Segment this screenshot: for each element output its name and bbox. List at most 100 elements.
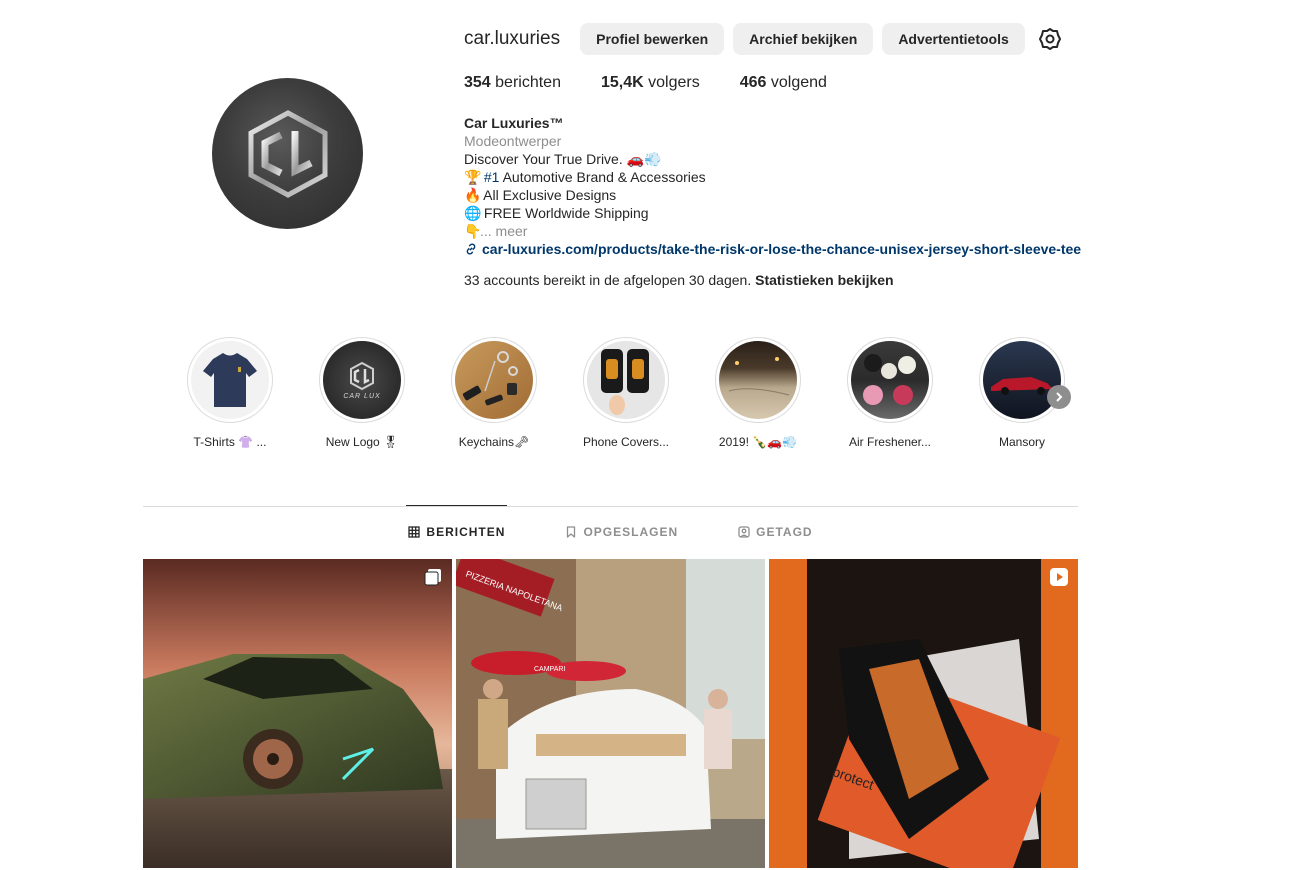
highlight-cover <box>719 341 797 419</box>
post-tile[interactable]: protect <box>769 559 1078 868</box>
post-image: protect <box>769 559 1078 868</box>
pointing-down-icon: 👇 <box>464 223 482 239</box>
highlight-label: Phone Covers... <box>582 435 670 449</box>
highlight-label: T-Shirts 👚 ... <box>193 435 267 449</box>
trophy-icon: 🏆 <box>464 169 482 185</box>
highlight-cover: CAR LUX <box>323 341 401 419</box>
following-stat[interactable]: 466 volgend <box>740 74 827 92</box>
highlights-next-button[interactable] <box>1047 385 1071 409</box>
street-night-image <box>728 357 790 396</box>
tab-posts[interactable]: BERICHTEN <box>406 505 508 558</box>
following-count: 466 <box>739 74 767 91</box>
bio-line-4: 🌐 FREE Worldwide Shipping <box>464 204 1084 222</box>
post-image <box>143 559 452 868</box>
highlight-ring[interactable] <box>715 337 801 423</box>
profile-info: car.luxuries Profiel bewerken Archief be… <box>464 22 1084 288</box>
highlight-label: Air Freshener... <box>848 435 932 449</box>
profile-bio: Car Luxuries™ Modeontwerper Discover You… <box>464 114 1084 258</box>
keychains-image <box>462 351 518 406</box>
tab-saved[interactable]: OPGESLAGEN <box>565 506 678 558</box>
posts-label: berichten <box>495 74 561 91</box>
bio-link-text[interactable]: car-luxuries.com/products/take-the-risk-… <box>482 240 1081 258</box>
ad-tools-button[interactable]: Advertentietools <box>882 23 1025 55</box>
highlight-cover <box>983 341 1061 419</box>
highlight-label: 2019! 🍾🚗💨 <box>718 435 798 449</box>
followers-label: volgers <box>648 74 700 91</box>
tab-label: BERICHTEN <box>426 525 506 539</box>
bio-line-2: 🏆 #1 Automotive Brand & Accessories <box>464 168 1084 186</box>
tab-label: GETAGD <box>756 525 813 539</box>
highlight-label: New Logo 🎖 <box>325 435 399 449</box>
highlight-t-shirts[interactable]: T-Shirts 👚 ... <box>180 337 280 449</box>
reel-icon <box>1050 568 1068 591</box>
car-lux-text: CAR LUX <box>343 393 381 400</box>
bio-link[interactable]: car-luxuries.com/products/take-the-risk-… <box>464 240 1084 258</box>
followers-count: 15,4K <box>600 74 644 91</box>
campari-umbrella-text: CAMPARI <box>534 666 565 673</box>
post-tile[interactable]: PIZZERIA NAPOLETANA CAMPARI <box>456 559 765 868</box>
highlight-cover <box>851 341 929 419</box>
bio-line-3-text: All Exclusive Designs <box>483 187 617 203</box>
tagged-icon <box>738 526 750 538</box>
posts-count: 354 <box>464 74 491 91</box>
tab-tagged[interactable]: GETAGD <box>738 506 812 558</box>
globe-icon: 🌐 <box>464 205 482 221</box>
avatar[interactable] <box>212 78 363 229</box>
profile-tabs: BERICHTEN OPGESLAGEN GETAGD <box>143 505 1078 558</box>
highlight-ring[interactable] <box>187 337 273 423</box>
view-insights-link[interactable]: Statistieken bekijken <box>755 272 894 288</box>
profile-name: Car Luxuries™ <box>464 115 564 131</box>
grid-icon <box>408 526 421 538</box>
highlight-ring[interactable] <box>979 337 1065 423</box>
air-freshener-image <box>863 354 916 405</box>
bio-line-1: Discover Your True Drive. 🚗💨 <box>464 151 662 167</box>
settings-gear-icon[interactable] <box>1036 25 1064 53</box>
car-lux-logo-icon <box>350 361 374 391</box>
profile-avatar[interactable] <box>212 78 363 229</box>
highlight-label: Mansory <box>998 435 1045 449</box>
more-button[interactable]: ... meer <box>480 223 527 239</box>
highlight-phone-covers[interactable]: Phone Covers... <box>576 337 676 449</box>
highlight-ring[interactable]: CAR LUX <box>319 337 405 423</box>
bio-line-5: 👇... meer <box>464 222 1084 240</box>
posts-stat: 354 berichten <box>464 74 561 92</box>
hashtag-link[interactable]: #1 <box>484 169 500 185</box>
bio-line-3: 🔥 All Exclusive Designs <box>464 186 1084 204</box>
highlight-2019[interactable]: 2019! 🍾🚗💨 <box>708 337 808 449</box>
highlight-label: Keychains🗝 <box>458 435 530 449</box>
bio-line-4-text: FREE Worldwide Shipping <box>483 205 649 221</box>
mansory-car-image <box>991 377 1053 395</box>
profile-category: Modeontwerper <box>464 133 562 149</box>
highlight-ring[interactable] <box>451 337 537 423</box>
reach-text: 33 accounts bereikt in de afgelopen 30 d… <box>464 272 752 288</box>
view-archive-button[interactable]: Archief bekijken <box>733 23 874 55</box>
tshirt-image <box>203 353 257 407</box>
highlight-ring[interactable] <box>847 337 933 423</box>
highlight-cover <box>455 341 533 419</box>
phone-covers-image <box>601 349 649 415</box>
cl-logo-icon <box>248 109 327 198</box>
link-icon <box>466 243 476 255</box>
username: car.luxuries <box>464 28 561 49</box>
post-tile[interactable] <box>143 559 452 868</box>
highlight-air-freshener[interactable]: Air Freshener... <box>840 337 940 449</box>
edit-profile-button[interactable]: Profiel bewerken <box>580 23 725 55</box>
highlight-new-logo[interactable]: CAR LUX New Logo 🎖 <box>312 337 412 449</box>
highlight-ring[interactable] <box>583 337 669 423</box>
fire-icon: 🔥 <box>464 187 482 203</box>
chevron-right-icon <box>1056 392 1063 402</box>
profile-stats: 354 berichten 15,4K volgers 466 volgend <box>464 74 1084 92</box>
insights-row: 33 accounts bereikt in de afgelopen 30 d… <box>464 272 1084 288</box>
story-highlights: T-Shirts 👚 ... CAR LUX New Logo 🎖 Keycha… <box>180 337 1080 457</box>
profile-header-row: car.luxuries Profiel bewerken Archief be… <box>464 22 1084 56</box>
following-label: volgend <box>770 74 827 91</box>
bio-line-2-text: Automotive Brand & Accessories <box>499 169 706 185</box>
posts-grid: PIZZERIA NAPOLETANA CAMPARI protect <box>143 559 1078 868</box>
followers-stat[interactable]: 15,4K volgers <box>601 74 700 92</box>
post-image: PIZZERIA NAPOLETANA CAMPARI <box>456 559 765 868</box>
bookmark-icon <box>567 526 576 538</box>
highlight-cover <box>191 341 269 419</box>
tab-label: OPGESLAGEN <box>583 525 679 539</box>
highlight-keychains[interactable]: Keychains🗝 <box>444 337 544 449</box>
carousel-icon <box>424 568 442 591</box>
